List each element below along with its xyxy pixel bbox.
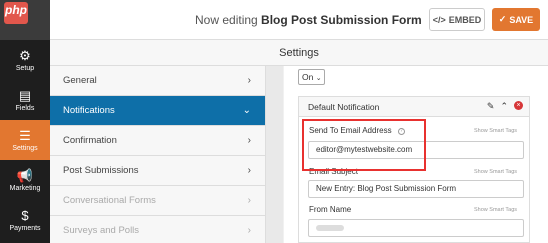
toggle-value: On — [302, 72, 314, 82]
section-notifications[interactable]: Notifications ⌄ — [50, 96, 265, 126]
chevron-right-icon: › — [247, 165, 251, 176]
fields-icon: ▤ — [18, 87, 32, 103]
section-post-submissions[interactable]: Post Submissions › — [50, 156, 265, 186]
section-label: Post Submissions — [63, 165, 139, 176]
title-prefix: Now editing — [195, 13, 258, 27]
app: php Now editing Blog Post Submission For… — [0, 0, 548, 243]
nav-label: Setup — [15, 64, 35, 72]
from-name-label: From Name — [309, 205, 352, 214]
nav-label: Fields — [15, 104, 35, 112]
embed-label: EMBED — [448, 14, 482, 25]
section-label: General — [63, 75, 97, 86]
delete-icon[interactable]: × — [514, 101, 523, 110]
show-smart-tags-link[interactable]: Show Smart Tags — [474, 169, 517, 175]
panel-actions: ✎ ⌃ × — [487, 101, 523, 112]
section-label: Surveys and Polls — [63, 225, 140, 236]
notification-title: Default Notification — [308, 102, 380, 112]
nav-item-settings[interactable]: ☰ Settings — [0, 120, 50, 160]
edit-icon[interactable]: ✎ — [487, 101, 495, 112]
show-smart-tags-link[interactable]: Show Smart Tags — [474, 128, 517, 134]
nav-item-marketing[interactable]: 📢 Marketing — [0, 160, 50, 200]
highlight-box — [302, 119, 426, 171]
notifications-content: On ⌄ Default Notification ✎ ⌃ × Send To … — [284, 66, 548, 243]
save-button[interactable]: ✓ SAVE — [492, 8, 540, 31]
settings-header: Settings — [50, 40, 548, 66]
nav-label: Marketing — [9, 184, 41, 192]
notification-panel-header[interactable]: Default Notification ✎ ⌃ × — [299, 97, 529, 117]
chevron-right-icon: › — [247, 195, 251, 206]
check-icon: ✓ — [498, 14, 507, 24]
nav-label: Payments — [9, 224, 41, 232]
collapse-icon[interactable]: ⌃ — [500, 101, 508, 112]
embed-button[interactable]: </> EMBED — [429, 8, 485, 31]
nav-item-fields[interactable]: ▤ Fields — [0, 80, 50, 120]
section-conversational-forms[interactable]: Conversational Forms › — [50, 186, 265, 216]
save-label: SAVE — [509, 14, 534, 25]
sliders-icon: ☰ — [19, 127, 31, 143]
panel-divider — [265, 66, 283, 243]
gear-icon: ⚙ — [19, 47, 31, 63]
chevron-down-icon: ⌄ — [315, 75, 322, 82]
nav-item-setup[interactable]: ⚙ Setup — [0, 40, 50, 80]
nav-label: Settings — [12, 144, 38, 152]
megaphone-icon: 📢 — [16, 167, 34, 183]
chevron-right-icon: › — [247, 135, 251, 146]
form-name: Blog Post Submission Form — [261, 13, 422, 27]
nav-item-payments[interactable]: $ Payments — [0, 200, 50, 240]
section-label: Confirmation — [63, 135, 117, 146]
logo-text: php — [5, 3, 27, 17]
page-title: Now editing Blog Post Submission Form — [195, 13, 422, 27]
show-smart-tags-link[interactable]: Show Smart Tags — [474, 207, 517, 213]
email-subject-field[interactable]: New Entry: Blog Post Submission Form — [308, 180, 524, 198]
section-confirmation[interactable]: Confirmation › — [50, 126, 265, 156]
chevron-right-icon: › — [247, 225, 251, 236]
section-general[interactable]: General › — [50, 66, 265, 96]
notifications-toggle-select[interactable]: On ⌄ — [298, 69, 325, 85]
chevron-right-icon: › — [247, 75, 251, 86]
section-surveys-and-polls[interactable]: Surveys and Polls › — [50, 216, 265, 243]
section-label: Conversational Forms — [63, 195, 156, 206]
from-name-field[interactable] — [308, 219, 524, 237]
redacted-value — [316, 224, 344, 231]
code-icon: </> — [432, 14, 446, 25]
chevron-down-icon: ⌄ — [242, 105, 251, 116]
settings-sections: General › Notifications ⌄ Confirmation ›… — [50, 66, 265, 243]
top-bar: php Now editing Blog Post Submission For… — [0, 0, 548, 40]
logo[interactable]: php — [0, 0, 50, 40]
dollar-icon: $ — [21, 207, 29, 223]
left-nav: ⚙ Setup ▤ Fields ☰ Settings 📢 Marketing … — [0, 40, 50, 243]
section-label: Notifications — [63, 105, 115, 116]
